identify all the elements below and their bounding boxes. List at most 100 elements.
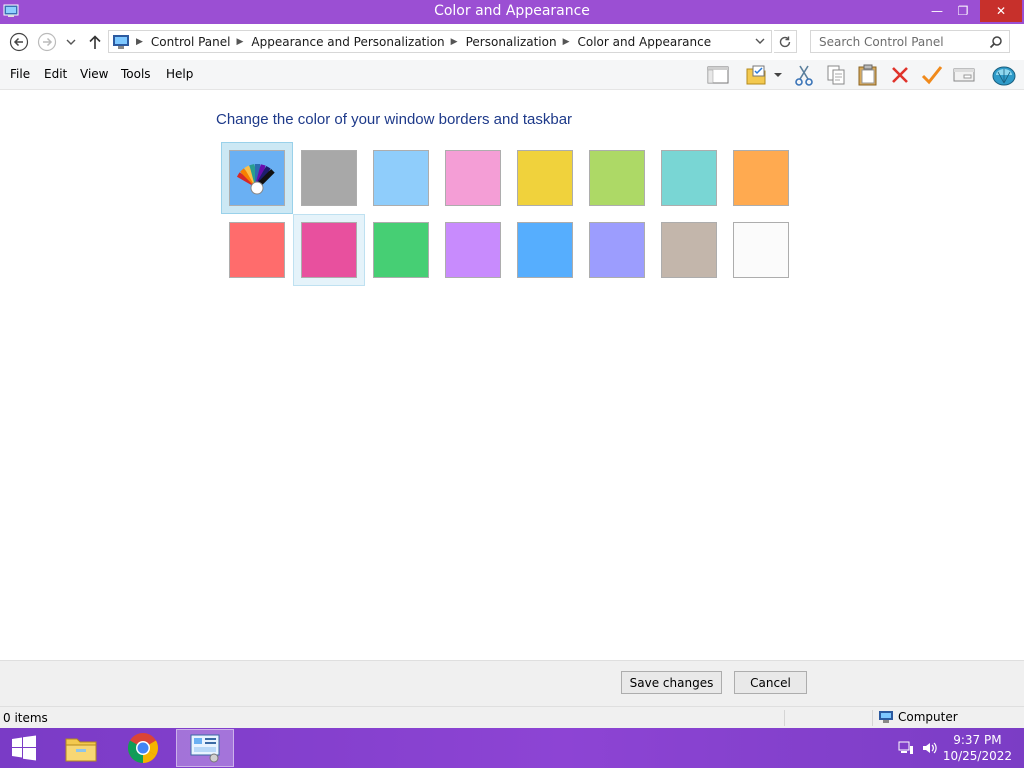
up-button[interactable] xyxy=(85,32,105,52)
control-panel-icon xyxy=(190,734,220,763)
breadcrumb-control-panel[interactable]: Control Panel xyxy=(151,35,231,49)
color-swatch-periwinkle[interactable] xyxy=(581,214,653,286)
breadcrumb-separator-icon: ▶ xyxy=(136,36,143,47)
item-count: 0 items xyxy=(3,711,48,725)
system-clock[interactable]: 9:37 PM 10/25/2022 xyxy=(943,732,1012,764)
save-changes-button[interactable]: Save changes xyxy=(621,671,722,694)
search-placeholder: Search Control Panel xyxy=(819,34,944,49)
menu-toolbar-row: File Edit View Tools Help xyxy=(0,60,1024,90)
breadcrumb-personalization[interactable]: Personalization xyxy=(466,35,557,49)
recent-locations-button[interactable] xyxy=(63,32,79,52)
volume-control[interactable] xyxy=(922,740,938,759)
cut-icon xyxy=(795,65,813,86)
swatch-fill xyxy=(445,222,501,278)
swatch-fill xyxy=(445,150,501,206)
network-status[interactable] xyxy=(898,740,914,759)
address-bar[interactable]: ▶ Control Panel ▶ Appearance and Persona… xyxy=(108,30,772,53)
file-explorer-icon xyxy=(65,738,97,762)
refresh-button[interactable] xyxy=(774,30,797,53)
page-heading: Change the color of your window borders … xyxy=(216,111,573,128)
refresh-icon xyxy=(779,36,791,47)
color-swatch-magenta[interactable] xyxy=(293,214,365,286)
color-swatch-white[interactable] xyxy=(725,214,797,286)
address-dropdown-icon[interactable] xyxy=(753,34,767,48)
swatch-fill xyxy=(661,150,717,206)
layout-button[interactable] xyxy=(706,63,730,87)
swatch-fill xyxy=(517,150,573,206)
location-indicator: Computer xyxy=(878,710,958,724)
search-icon[interactable] xyxy=(989,35,1003,49)
color-swatch-green[interactable] xyxy=(365,214,437,286)
swatch-fill xyxy=(733,150,789,206)
start-button[interactable] xyxy=(0,729,48,767)
chrome-icon xyxy=(127,733,159,763)
menu-help[interactable]: Help xyxy=(166,67,193,81)
menu-file[interactable]: File xyxy=(10,67,30,81)
breadcrumb-appearance-personalization[interactable]: Appearance and Personalization xyxy=(251,35,444,49)
maximize-button[interactable]: ❐ xyxy=(950,0,976,22)
title-bar: Color and Appearance — ❐ ✕ xyxy=(0,0,1024,24)
color-swatch-lime[interactable] xyxy=(581,142,653,214)
shell-button[interactable] xyxy=(990,63,1018,87)
cancel-button[interactable]: Cancel xyxy=(734,671,807,694)
clock-time: 9:37 PM xyxy=(953,733,1002,747)
search-input[interactable]: Search Control Panel xyxy=(810,30,1010,53)
color-swatch-pink[interactable] xyxy=(437,142,509,214)
location-label: Computer xyxy=(898,710,958,724)
minimize-button[interactable]: — xyxy=(924,0,950,22)
copy-button[interactable] xyxy=(824,63,848,87)
swatch-fill xyxy=(229,222,285,278)
computer-icon xyxy=(879,711,893,723)
forward-button[interactable] xyxy=(37,32,57,52)
dropdown-arrow-icon xyxy=(774,73,782,77)
delete-icon xyxy=(892,67,908,83)
color-swatch-sky-blue[interactable] xyxy=(365,142,437,214)
cut-button[interactable] xyxy=(792,63,816,87)
color-swatch-violet[interactable] xyxy=(437,214,509,286)
swatch-fill xyxy=(661,222,717,278)
chevron-down-icon xyxy=(66,39,76,45)
color-swatch-gray[interactable] xyxy=(293,142,365,214)
apply-button[interactable] xyxy=(920,63,944,87)
menu-view[interactable]: View xyxy=(80,67,108,81)
clock-date: 10/25/2022 xyxy=(942,749,1012,763)
color-swatch-orange[interactable] xyxy=(725,142,797,214)
navigation-bar: ▶ Control Panel ▶ Appearance and Persona… xyxy=(0,24,1024,60)
menu-edit[interactable]: Edit xyxy=(44,67,67,81)
color-palette-icon xyxy=(236,163,275,195)
taskbar: 9:37 PM 10/25/2022 xyxy=(0,728,1024,768)
folder-options-button[interactable] xyxy=(744,63,768,87)
close-button[interactable]: ✕ xyxy=(980,0,1022,22)
properties-icon xyxy=(953,68,975,82)
swatch-fill xyxy=(589,222,645,278)
color-swatch-yellow[interactable] xyxy=(509,142,581,214)
taskbar-file-explorer[interactable] xyxy=(52,729,110,767)
status-divider xyxy=(872,710,873,726)
swatch-fill xyxy=(733,222,789,278)
computer-icon xyxy=(113,34,129,49)
options-dropdown-button[interactable] xyxy=(770,63,786,87)
breadcrumb-separator-icon[interactable]: ▶ xyxy=(563,37,570,47)
taskbar-control-panel[interactable] xyxy=(176,729,234,767)
breadcrumb-separator-icon[interactable]: ▶ xyxy=(237,37,244,47)
action-bar: Save changes Cancel xyxy=(0,660,1024,706)
breadcrumb-separator-icon[interactable]: ▶ xyxy=(451,37,458,47)
color-swatch-blue[interactable] xyxy=(509,214,581,286)
color-swatch-taupe[interactable] xyxy=(653,214,725,286)
paste-button[interactable] xyxy=(856,63,880,87)
breadcrumb-color-appearance[interactable]: Color and Appearance xyxy=(578,35,712,49)
back-arrow-icon xyxy=(9,32,29,52)
taskbar-chrome[interactable] xyxy=(114,729,172,767)
color-swatch-teal[interactable] xyxy=(653,142,725,214)
properties-button[interactable] xyxy=(952,63,976,87)
volume-icon xyxy=(923,742,937,754)
main-content: Change the color of your window borders … xyxy=(0,91,1024,660)
color-swatch-red[interactable] xyxy=(221,214,293,286)
back-button[interactable] xyxy=(9,32,29,52)
swatch-fill xyxy=(301,150,357,206)
status-divider xyxy=(784,710,785,726)
delete-button[interactable] xyxy=(888,63,912,87)
menu-tools[interactable]: Tools xyxy=(121,67,151,81)
status-bar: 0 items Computer xyxy=(0,706,1024,728)
color-swatch-automatic[interactable] xyxy=(221,142,293,214)
